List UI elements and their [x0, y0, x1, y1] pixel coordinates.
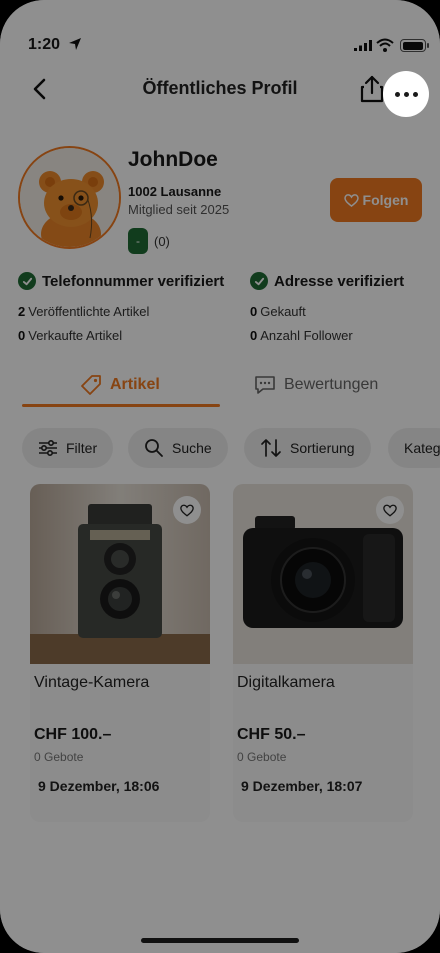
home-indicator[interactable] [141, 938, 299, 943]
more-dots-icon [394, 91, 400, 97]
dim-overlay[interactable] [0, 0, 440, 953]
phone-screen: 1:20 Öffentliches Profil JohnDoe 1002 La… [0, 0, 440, 953]
more-options-button[interactable] [383, 71, 429, 117]
